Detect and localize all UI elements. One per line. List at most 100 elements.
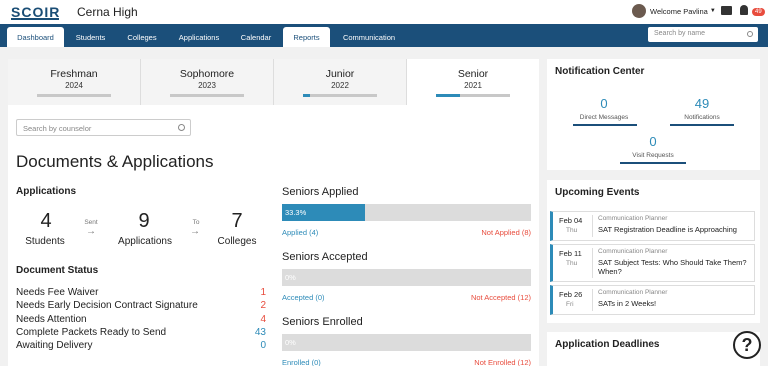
main-panel: Freshman 2024 Sophomore 2023 Junior 2022… xyxy=(8,59,539,366)
year-name: Sophomore xyxy=(179,68,235,80)
year-number: 2023 xyxy=(198,81,216,90)
chat-icon[interactable] xyxy=(721,6,732,15)
direct-messages-underline xyxy=(573,124,637,126)
doc-status-row[interactable]: Needs Attention 4 xyxy=(16,314,266,327)
applications-heading: Applications xyxy=(16,186,77,197)
event-title: SAT Registration Deadline is Approaching xyxy=(598,225,737,234)
upcoming-events-card: Upcoming Events Feb 04 Thu Communication… xyxy=(547,180,760,323)
doc-status-value: 4 xyxy=(260,314,266,325)
application-deadlines-heading: Application Deadlines xyxy=(555,339,660,350)
tab-applications[interactable]: Applications xyxy=(171,27,227,47)
year-tab-freshman[interactable]: Freshman 2024 xyxy=(8,59,141,105)
notifications-label: Notifications xyxy=(684,114,720,121)
doc-status-label: Needs Attention xyxy=(16,314,87,325)
user-menu[interactable]: Welcome Pavlina ▼ xyxy=(632,4,716,18)
progress-fill: 0% xyxy=(285,273,296,282)
doc-status-row[interactable]: Awaiting Delivery 0 xyxy=(16,340,266,353)
application-deadlines-card: Application Deadlines xyxy=(547,332,760,366)
seniors-enrolled-heading: Seniors Enrolled xyxy=(282,316,363,328)
seniors-applied-bar: 33.3% xyxy=(282,204,531,221)
applications-count: 9 xyxy=(138,210,150,232)
notification-badge: 49 xyxy=(752,8,765,16)
doc-status-label: Awaiting Delivery xyxy=(16,340,93,351)
event-day: Thu xyxy=(566,227,578,234)
doc-status-value: 43 xyxy=(254,327,266,338)
event-category: Communication Planner xyxy=(598,248,668,255)
year-tab-senior[interactable]: Senior 2021 xyxy=(407,59,539,105)
chevron-down-icon: ▼ xyxy=(709,8,716,14)
to-label: To xyxy=(192,219,200,226)
seniors-applied-heading: Seniors Applied xyxy=(282,186,359,198)
year-tab-sophomore[interactable]: Sophomore 2023 xyxy=(141,59,274,105)
upcoming-events-heading: Upcoming Events xyxy=(555,187,640,198)
seniors-accepted-bar: 0% xyxy=(282,269,531,286)
colleges-label: Colleges xyxy=(217,236,257,247)
year-name: Senior xyxy=(457,68,489,80)
event-divider xyxy=(592,248,593,278)
event-item[interactable]: Feb 26 Fri Communication Planner SATs in… xyxy=(550,285,755,315)
class-year-tabs: Freshman 2024 Sophomore 2023 Junior 2022… xyxy=(8,59,539,105)
counselor-search-input[interactable]: Search by counselor xyxy=(16,119,191,136)
tab-reports[interactable]: Reports xyxy=(283,27,330,47)
sent-label: Sent xyxy=(84,219,98,226)
year-name: Junior xyxy=(325,68,355,80)
event-divider xyxy=(592,289,593,311)
event-divider xyxy=(592,215,593,237)
doc-status-label: Needs Fee Waiver xyxy=(16,287,99,298)
progress-fill: 0% xyxy=(285,338,296,347)
tab-students[interactable]: Students xyxy=(67,27,114,47)
name-search-placeholder: Search by name xyxy=(654,30,705,37)
year-progress xyxy=(436,94,510,97)
seniors-accepted-heading: Seniors Accepted xyxy=(282,251,368,263)
doc-status-label: Complete Packets Ready to Send xyxy=(16,327,167,338)
visit-requests-count[interactable]: 0 xyxy=(628,134,678,149)
event-category: Communication Planner xyxy=(598,215,668,222)
doc-status-row[interactable]: Needs Early Decision Contract Signature … xyxy=(16,300,266,313)
doc-status-row[interactable]: Needs Fee Waiver 1 xyxy=(16,287,266,300)
help-icon[interactable]: ? xyxy=(733,331,761,359)
event-day: Thu xyxy=(566,260,578,267)
year-number: 2022 xyxy=(331,81,349,90)
bell-icon[interactable] xyxy=(740,5,748,15)
avatar xyxy=(632,4,646,18)
tab-communication[interactable]: Communication xyxy=(334,27,404,47)
tab-calendar[interactable]: Calendar xyxy=(232,27,280,47)
direct-messages-label: Direct Messages xyxy=(579,114,629,121)
tab-dashboard[interactable]: Dashboard xyxy=(7,27,64,47)
not-enrolled-link[interactable]: Not Enrolled (12) xyxy=(408,358,531,366)
year-progress xyxy=(170,94,244,97)
event-item[interactable]: Feb 04 Thu Communication Planner SAT Reg… xyxy=(550,211,755,241)
arrow-right-icon: → xyxy=(190,226,200,237)
not-applied-link[interactable]: Not Applied (8) xyxy=(408,228,531,237)
event-date: Feb 26 xyxy=(559,290,583,299)
not-accepted-link[interactable]: Not Accepted (12) xyxy=(408,293,531,302)
applications-label: Applications xyxy=(118,236,172,247)
enrolled-link[interactable]: Enrolled (0) xyxy=(282,358,321,366)
year-tab-junior[interactable]: Junior 2022 xyxy=(274,59,407,105)
event-category: Communication Planner xyxy=(598,289,668,296)
event-item[interactable]: Feb 11 Thu Communication Planner SAT Sub… xyxy=(550,244,755,282)
doc-status-row[interactable]: Complete Packets Ready to Send 43 xyxy=(16,327,266,340)
event-title: SAT Subject Tests: Who Should Take Them?… xyxy=(598,258,747,276)
main-nav: Dashboard Students Colleges Applications… xyxy=(0,24,768,47)
event-date: Feb 04 xyxy=(559,216,583,225)
event-date: Feb 11 xyxy=(559,249,582,258)
notifications-underline xyxy=(670,124,734,126)
notification-center-card: Notification Center 0 Direct Messages 49… xyxy=(547,59,760,170)
colleges-count: 7 xyxy=(231,210,243,232)
students-count: 4 xyxy=(40,210,52,232)
tab-colleges[interactable]: Colleges xyxy=(118,27,166,47)
year-number: 2024 xyxy=(65,81,83,90)
direct-messages-count[interactable]: 0 xyxy=(579,96,629,111)
accepted-link[interactable]: Accepted (0) xyxy=(282,293,325,302)
applied-link[interactable]: Applied (4) xyxy=(282,228,318,237)
year-name: Freshman xyxy=(50,68,98,80)
notifications-count[interactable]: 49 xyxy=(677,96,727,111)
name-search-input[interactable]: Search by name xyxy=(648,27,758,42)
search-icon xyxy=(178,124,185,131)
year-progress xyxy=(37,94,111,97)
progress-fill: 33.3% xyxy=(282,204,365,221)
search-icon xyxy=(747,31,753,37)
year-number: 2021 xyxy=(464,81,482,90)
notification-center-heading: Notification Center xyxy=(555,66,645,77)
